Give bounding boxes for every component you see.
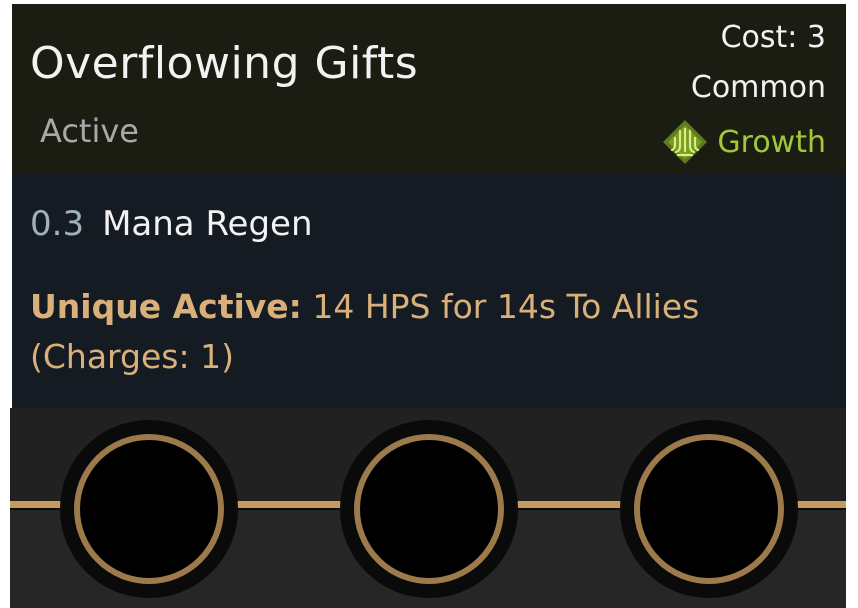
growth-emblem-icon xyxy=(661,118,709,166)
card-header: Overflowing Gifts Active Cost: 3 Common xyxy=(12,4,846,174)
stat-label: Mana Regen xyxy=(102,204,313,244)
item-rarity: Common xyxy=(690,70,826,105)
stat-value: 0.3 xyxy=(30,204,85,244)
ability-keyword: Unique Active: xyxy=(30,287,302,326)
socket-2[interactable] xyxy=(340,420,518,598)
item-type: Active xyxy=(40,112,139,150)
socket-1[interactable] xyxy=(60,420,238,598)
item-cost: Cost: 3 xyxy=(720,20,826,55)
socket-ring xyxy=(354,434,504,584)
stat-row: 0.3 Mana Regen xyxy=(30,204,313,244)
item-name: Overflowing Gifts xyxy=(30,38,419,89)
socket-ring xyxy=(634,434,784,584)
ability-description: Unique Active: 14 HPS for 14s To Allies … xyxy=(30,282,810,382)
socket-ring xyxy=(74,434,224,584)
socket-3[interactable] xyxy=(620,420,798,598)
item-path-label: Growth xyxy=(717,124,826,160)
item-card: Overflowing Gifts Active Cost: 3 Common xyxy=(12,4,846,408)
item-path: Growth xyxy=(661,120,826,164)
item-socket-bar xyxy=(10,408,846,608)
